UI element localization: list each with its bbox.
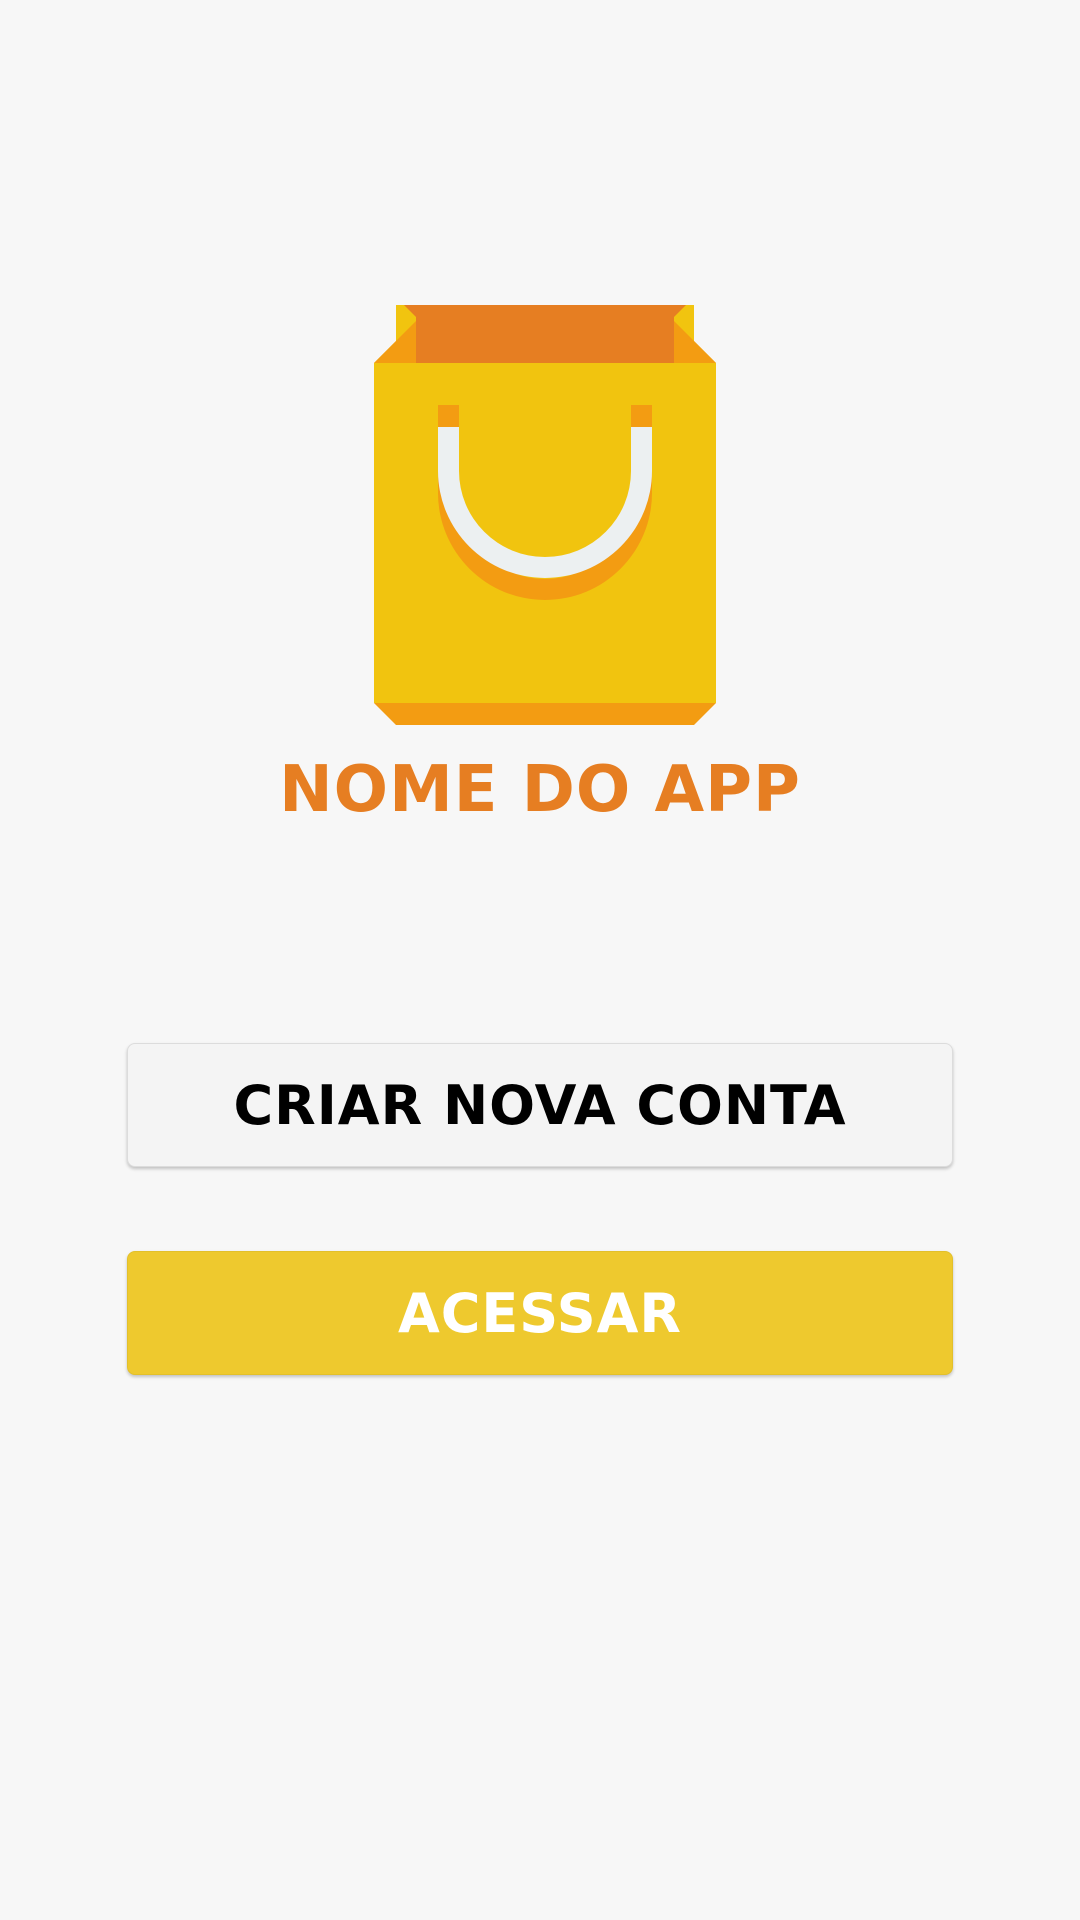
shopping-bag-icon [374, 305, 716, 725]
create-account-button-label: CRIAR NOVA CONTA [233, 1073, 847, 1137]
app-name-title: NOME DO APP [279, 753, 801, 827]
access-button-label: ACESSAR [397, 1281, 683, 1345]
access-button[interactable]: ACESSAR [127, 1251, 953, 1375]
create-account-button[interactable]: CRIAR NOVA CONTA [127, 1043, 953, 1167]
app-logo [374, 305, 716, 725]
